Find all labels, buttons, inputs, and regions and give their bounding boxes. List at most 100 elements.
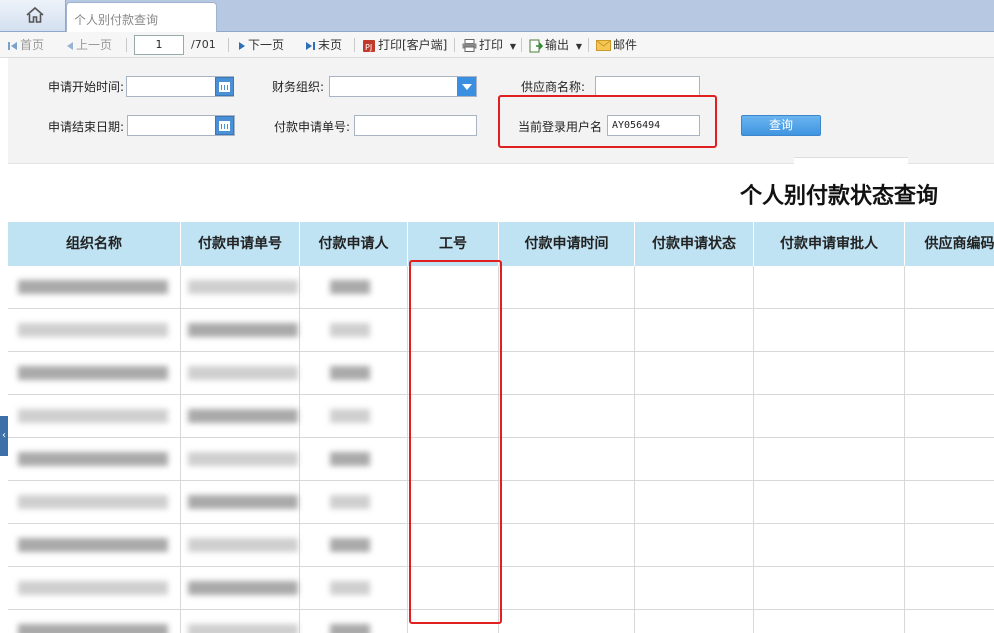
- table-cell: [754, 567, 905, 610]
- next-page-button[interactable]: 下一页: [238, 37, 284, 53]
- redacted-content: [188, 323, 298, 337]
- redacted-content: [18, 280, 168, 294]
- tab-bar: 个人别付款查询: [0, 0, 994, 32]
- table-cell: [905, 524, 994, 567]
- table-cell: [905, 567, 994, 610]
- column-header-status[interactable]: 付款申请状态: [635, 222, 754, 266]
- column-header-approver[interactable]: 付款申请审批人: [754, 222, 905, 266]
- last-page-icon: [306, 41, 315, 50]
- table-cell: [635, 481, 754, 524]
- table-cell: [905, 395, 994, 438]
- mail-icon: [596, 40, 611, 51]
- table-cell: [499, 610, 635, 633]
- table-cell: [905, 352, 994, 395]
- svg-text:PJ: PJ: [365, 43, 372, 52]
- supplier-input[interactable]: [595, 76, 700, 97]
- first-page-button[interactable]: 首页: [8, 37, 44, 53]
- redacted-content: [18, 538, 168, 552]
- redacted-content: [330, 538, 370, 552]
- table-cell: [905, 610, 994, 633]
- home-icon: [26, 6, 44, 23]
- toolbar-divider: [126, 38, 127, 52]
- table-cell: [635, 524, 754, 567]
- table-cell: [754, 352, 905, 395]
- table-cell: [635, 438, 754, 481]
- redacted-content: [188, 624, 298, 633]
- table-cell: [754, 395, 905, 438]
- table-cell: [754, 610, 905, 633]
- table-cell: [754, 524, 905, 567]
- print-client-button[interactable]: PJ 打印[客户端]: [362, 37, 447, 53]
- table-cell: [635, 395, 754, 438]
- table-cell: [905, 266, 994, 309]
- finance-org-select[interactable]: [329, 76, 477, 97]
- toolbar-divider: [354, 38, 355, 52]
- redacted-content: [18, 581, 168, 595]
- chevron-down-icon[interactable]: [457, 77, 476, 96]
- finance-org-label: 财务组织:: [272, 80, 325, 94]
- table-cell: [635, 352, 754, 395]
- end-date-label: 申请结束日期:: [48, 120, 125, 134]
- calendar-icon[interactable]: [215, 116, 234, 135]
- table-cell: [499, 481, 635, 524]
- redacted-content: [330, 624, 370, 633]
- prev-page-icon: [67, 41, 73, 50]
- export-button[interactable]: 输出 ▼: [529, 37, 582, 53]
- column-header-supplier-code[interactable]: 供应商编码: [905, 222, 994, 266]
- redacted-content: [188, 280, 298, 294]
- print-button[interactable]: 打印 ▼: [462, 37, 516, 53]
- table-cell: [754, 309, 905, 352]
- table-cell: [754, 266, 905, 309]
- table-cell: [499, 352, 635, 395]
- report-toolbar: 首页 上一页 1 /701 下一页 末页 PJ 打印[客户端] 打印 ▼ 输出 ▼…: [0, 32, 994, 58]
- printer-icon: [462, 39, 477, 52]
- redacted-content: [330, 323, 370, 337]
- redacted-content: [188, 452, 298, 466]
- chevron-down-icon: ▼: [509, 42, 516, 51]
- redacted-content: [330, 495, 370, 509]
- page-number-input[interactable]: 1: [134, 35, 184, 55]
- redacted-content: [330, 366, 370, 380]
- toolbar-divider: [228, 38, 229, 52]
- redacted-content: [188, 366, 298, 380]
- column-header-applicant[interactable]: 付款申请人: [300, 222, 408, 266]
- table-cell: [499, 266, 635, 309]
- toolbar-divider: [588, 38, 589, 52]
- query-button[interactable]: 查询: [741, 115, 821, 136]
- table-cell: [499, 567, 635, 610]
- payment-no-input[interactable]: [354, 115, 477, 136]
- home-button[interactable]: [0, 0, 66, 31]
- table-cell: [635, 266, 754, 309]
- login-user-highlight: [498, 95, 717, 148]
- table-cell: [905, 309, 994, 352]
- employee-id-highlight: [409, 260, 502, 624]
- payment-no-label: 付款申请单号:: [274, 120, 351, 134]
- mail-button[interactable]: 邮件: [596, 37, 637, 53]
- redacted-content: [18, 323, 168, 337]
- chevron-down-icon: ▼: [575, 42, 582, 51]
- redacted-content: [330, 409, 370, 423]
- toolbar-divider: [521, 38, 522, 52]
- toolbar-divider: [454, 38, 455, 52]
- next-page-icon: [239, 41, 245, 50]
- column-header-org[interactable]: 组织名称: [8, 222, 181, 266]
- side-collapse-tab[interactable]: ‹: [0, 416, 8, 456]
- calendar-icon[interactable]: [215, 77, 234, 96]
- table-cell: [905, 481, 994, 524]
- prev-page-button[interactable]: 上一页: [66, 37, 112, 53]
- column-header-apply-time[interactable]: 付款申请时间: [499, 222, 635, 266]
- collapse-form-handle[interactable]: [794, 157, 908, 164]
- redacted-content: [330, 581, 370, 595]
- column-header-payment-no[interactable]: 付款申请单号: [181, 222, 300, 266]
- table-cell: [499, 438, 635, 481]
- table-cell: [754, 438, 905, 481]
- redacted-content: [330, 280, 370, 294]
- tab-label: 个人别付款查询: [74, 13, 159, 27]
- table-cell: [754, 481, 905, 524]
- redacted-content: [18, 452, 168, 466]
- redacted-content: [188, 495, 298, 509]
- table-cell: [499, 524, 635, 567]
- redacted-content: [18, 495, 168, 509]
- last-page-button[interactable]: 末页: [305, 37, 342, 53]
- tab-personal-payment-query[interactable]: 个人别付款查询: [66, 2, 217, 32]
